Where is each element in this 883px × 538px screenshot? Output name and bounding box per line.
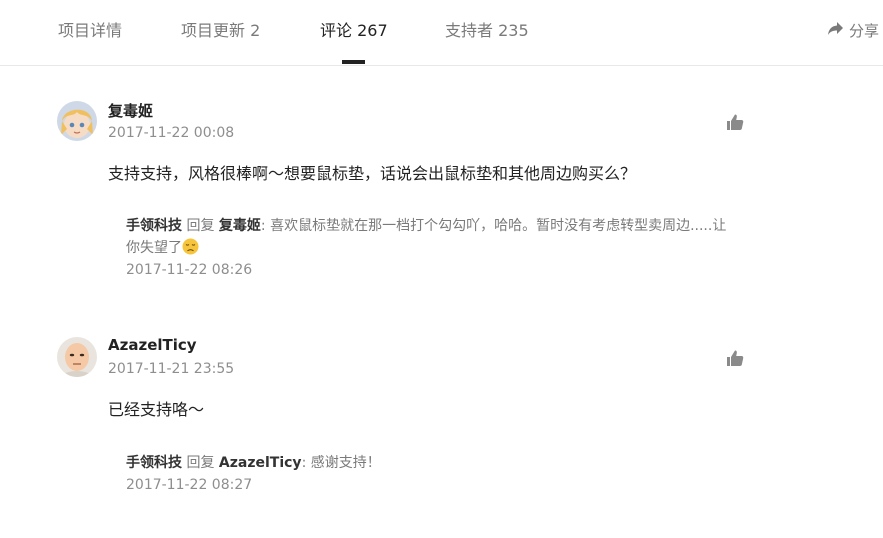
avatar[interactable] bbox=[57, 101, 97, 141]
tab-bar: 项目详情 项目更新 2 评论 267 支持者 235 分享 bbox=[0, 0, 883, 66]
reply-verb: 回复 bbox=[186, 455, 215, 471]
share-arrow-icon bbox=[827, 20, 844, 42]
comment-text: 已经支持咯～ bbox=[108, 400, 205, 419]
reply-from[interactable]: 手领科技 bbox=[126, 455, 182, 471]
reply-verb: 回复 bbox=[186, 218, 215, 234]
comment-author[interactable]: AzazelTicy bbox=[108, 336, 197, 354]
disappointed-face-emoji bbox=[182, 238, 199, 255]
reply-body: 喜欢鼠标垫就在那一档打个勾勾吖，哈哈。暂时没有考虑转型卖周边.....让 bbox=[270, 218, 727, 234]
reply-body-cont: 你失望了 bbox=[126, 240, 182, 256]
reply-to[interactable]: 复毒姬 bbox=[219, 218, 261, 234]
reply-from[interactable]: 手领科技 bbox=[126, 218, 182, 234]
reply-body: 感谢支持！ bbox=[310, 455, 381, 471]
tab-comments[interactable]: 评论 267 bbox=[320, 20, 388, 42]
like-button[interactable] bbox=[726, 113, 744, 131]
tab-project-details[interactable]: 项目详情 bbox=[58, 20, 122, 42]
share-label: 分享 bbox=[848, 22, 879, 40]
reply-text: 手领科技 回复 复毒姬: 喜欢鼠标垫就在那一档打个勾勾吖，哈哈。暂时没有考虑转型… bbox=[126, 215, 736, 259]
reply-text: 手领科技 回复 AzazelTicy: 感谢支持！ bbox=[126, 452, 736, 474]
comment-author[interactable]: 复毒姬 bbox=[108, 100, 153, 121]
tab-project-updates[interactable]: 项目更新 2 bbox=[181, 20, 260, 42]
like-button[interactable] bbox=[726, 349, 744, 367]
avatar[interactable] bbox=[57, 337, 97, 377]
tab-supporters[interactable]: 支持者 235 bbox=[445, 20, 529, 42]
reply-sep: : bbox=[260, 218, 266, 234]
comment-time: 2017-11-22 00:08 bbox=[108, 125, 235, 141]
active-tab-indicator bbox=[342, 60, 365, 64]
reply-time: 2017-11-22 08:26 bbox=[126, 262, 253, 278]
thumbs-up-icon bbox=[726, 349, 744, 367]
comment-text: 支持支持，风格很棒啊～想要鼠标垫，话说会出鼠标垫和其他周边购买么？ bbox=[108, 164, 637, 183]
comment-time: 2017-11-21 23:55 bbox=[108, 361, 235, 377]
thumbs-up-icon bbox=[726, 113, 744, 131]
reply-sep: : bbox=[301, 455, 307, 471]
reply-to[interactable]: AzazelTicy bbox=[219, 455, 302, 471]
reply-time: 2017-11-22 08:27 bbox=[126, 477, 253, 493]
share-button[interactable]: 分享 bbox=[827, 20, 879, 42]
